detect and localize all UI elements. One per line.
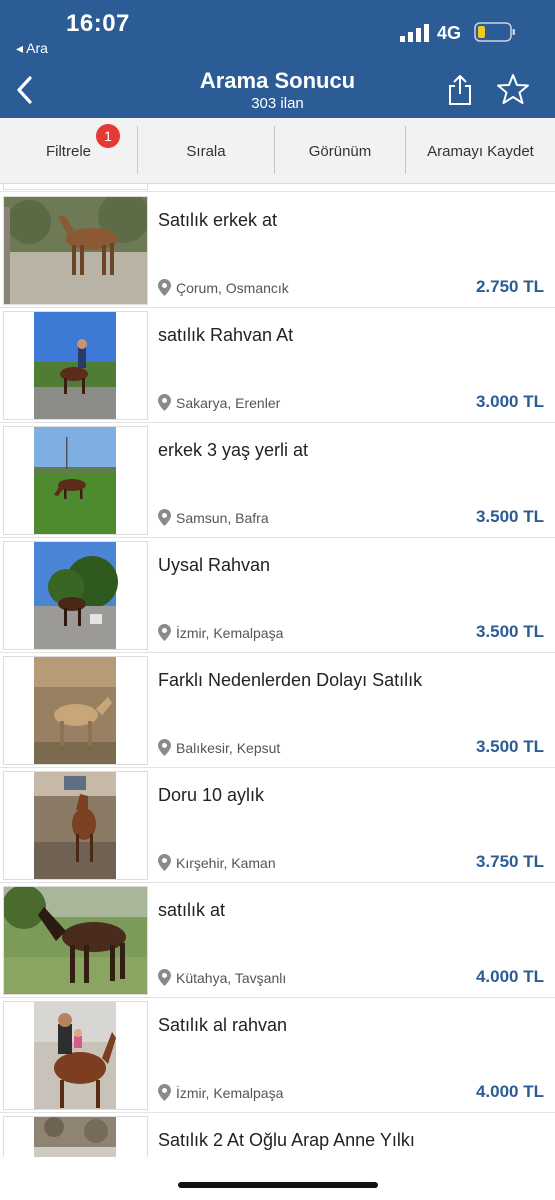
listing-location: Sakarya, Erenler [158,394,280,411]
listing-title: satılık at [158,900,226,920]
listing-price: 3.500 TL [475,622,544,641]
location-pin-icon [158,739,171,756]
listing-price: 3.500 TL [475,737,544,756]
listing-row[interactable]: satılık at Kütahya, Tavşanlı 4.000 TL [0,883,555,998]
listing-location: İzmir, Kemalpaşa [158,1084,283,1101]
view-mode-button[interactable]: Görünüm [275,118,405,184]
listing-price: 3.750 TL [475,852,544,871]
listing-photo [3,656,148,765]
signal-icon [400,24,429,42]
home-indicator[interactable] [178,1182,378,1188]
listing-location: İzmir, Kemalpaşa [158,624,283,641]
bottom-safe-area [0,1157,555,1200]
listing-location-text: İzmir, Kemalpaşa [176,624,284,641]
listing-title: Doru 10 aylık [158,785,265,805]
listing-title: Satılık 2 At Oğlu Arap Anne Yılkı [158,1130,415,1150]
location-pin-icon [158,394,171,411]
location-pin-icon [158,854,171,871]
app-header: 16:07 ◂ Ara 4G Arama Sonucu 303 ilan [0,0,555,118]
share-icon[interactable] [446,73,474,107]
listing-photo [3,541,148,650]
filter-toolbar: Filtrele Sırala Görünüm Aramayı Kaydet [0,118,555,184]
listing-photo [3,1001,148,1110]
listing-location-text: Balıkesir, Kepsut [176,739,281,756]
listing-location: Samsun, Bafra [158,509,269,526]
listing-location-text: Kütahya, Tavşanlı [176,969,287,986]
save-search-button[interactable]: Aramayı Kaydet [406,118,555,184]
listing-title: erkek 3 yaş yerli at [158,440,309,460]
location-pin-icon [158,969,171,986]
listing-photo [3,886,148,995]
listing-row[interactable]: Satılık erkek at Çorum, Osmancık 2.750 T… [0,193,555,308]
listing-location-text: Çorum, Osmancık [176,279,289,296]
listing-price: 2.750 TL [475,277,544,296]
listing-row[interactable]: erkek 3 yaş yerli at Samsun, Bafra 3.500… [0,423,555,538]
listing-row[interactable]: Farklı Nedenlerden Dolayı Satılık Balıke… [0,653,555,768]
status-back-to-app[interactable]: ◂ Ara [16,40,48,57]
sort-button[interactable]: Sırala [138,118,274,184]
favorite-star-icon[interactable] [496,72,530,106]
battery-icon [474,22,515,42]
listing-row[interactable]: Satılık al rahvan İzmir, Kemalpaşa 4.000… [0,998,555,1113]
status-time: 16:07 [66,10,130,37]
location-pin-icon [158,509,171,526]
listing-title: Uysal Rahvan [158,555,271,575]
listing-price: 4.000 TL [475,1082,544,1101]
listing-price: 3.500 TL [475,507,544,526]
listing-location-text: Sakarya, Erenler [176,394,281,411]
listing-price: 4.000 TL [475,967,544,986]
listing-title: Satılık al rahvan [158,1015,288,1035]
listing-location: Balıkesir, Kepsut [158,739,280,756]
listing-row[interactable]: Doru 10 aylık Kırşehir, Kaman 3.750 TL [0,768,555,883]
location-pin-icon [158,279,171,296]
listing-price: 3.000 TL [475,392,544,411]
listing-photo [3,771,148,880]
listing-location-text: Samsun, Bafra [176,509,269,526]
list-top-edge [0,184,555,192]
listing-location-text: İzmir, Kemalpaşa [176,1084,284,1101]
listing-location: Çorum, Osmancık [158,279,289,296]
location-pin-icon [158,624,171,641]
listing-title: Farklı Nedenlerden Dolayı Satılık [158,670,423,690]
listing-location: Kütahya, Tavşanlı [158,969,286,986]
listing-photo [3,196,148,305]
listing-location-text: Kırşehir, Kaman [176,854,276,871]
listing-title: Satılık erkek at [158,210,278,230]
listing-location: Kırşehir, Kaman [158,854,276,871]
filter-count-badge: 1 [96,124,120,148]
listing-title: satılık Rahvan At [158,325,294,345]
location-pin-icon [158,1084,171,1101]
network-type: 4G [437,23,462,43]
listing-row[interactable]: Uysal Rahvan İzmir, Kemalpaşa 3.500 TL [0,538,555,653]
listing-photo [3,426,148,535]
listing-photo [3,311,148,420]
listing-row[interactable]: satılık Rahvan At Sakarya, Erenler 3.000… [0,308,555,423]
